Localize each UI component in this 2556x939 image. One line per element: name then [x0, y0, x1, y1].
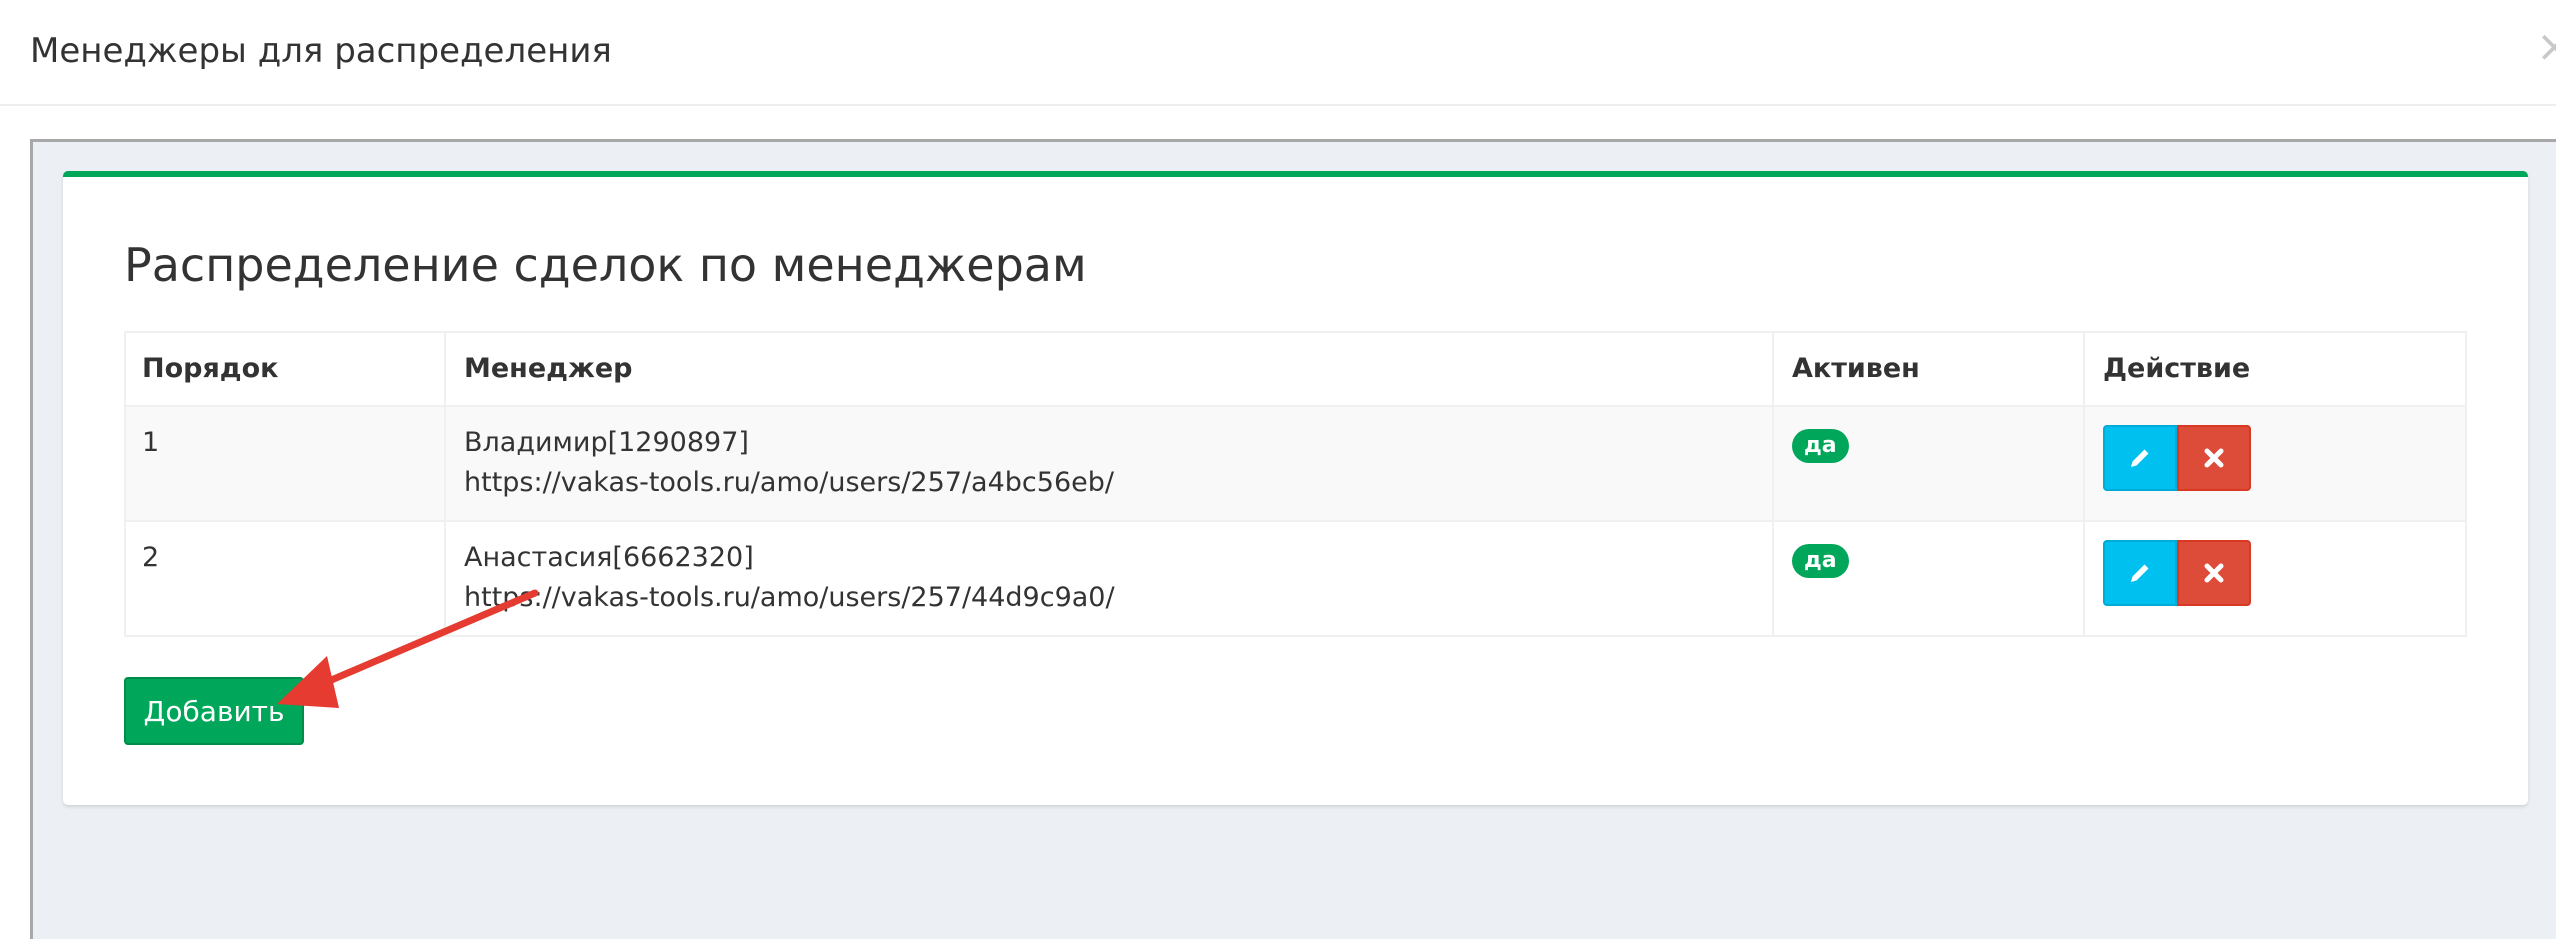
add-button[interactable]: Добавить — [124, 677, 304, 745]
modal-header: Менеджеры для распределения × — [0, 0, 2556, 106]
table-row-2-order: 2 — [124, 522, 446, 637]
managers-table: Порядок Менеджер Активен Действие 1 Влад… — [124, 331, 2467, 637]
edit-button[interactable] — [2103, 540, 2177, 606]
edit-button[interactable] — [2103, 425, 2177, 491]
table-row-1-manager: Владимир[1290897] https://vakas-tools.ru… — [446, 407, 1774, 522]
times-icon — [2204, 563, 2224, 583]
table-row-2-actions — [2085, 522, 2467, 637]
modal-title: Менеджеры для распределения — [30, 31, 612, 71]
manager-name: Владимир[1290897] — [464, 427, 749, 458]
panel-title: Распределение сделок по менеджерам — [124, 238, 1087, 292]
column-header-order: Порядок — [124, 331, 446, 407]
manager-name: Анастасия[6662320] — [464, 542, 754, 573]
close-icon[interactable]: × — [2536, 22, 2556, 72]
table-row-2-manager: Анастасия[6662320] https://vakas-tools.r… — [446, 522, 1774, 637]
active-badge: да — [1792, 544, 1849, 578]
table-row-1-active: да — [1774, 407, 2085, 522]
column-header-action: Действие — [2085, 331, 2467, 407]
delete-button[interactable] — [2177, 540, 2251, 606]
manager-url: https://vakas-tools.ru/amo/users/257/a4b… — [464, 467, 1114, 498]
order-number: 1 — [142, 427, 160, 458]
pencil-icon — [2131, 564, 2149, 582]
delete-button[interactable] — [2177, 425, 2251, 491]
table-row-2-active: да — [1774, 522, 2085, 637]
manager-url: https://vakas-tools.ru/amo/users/257/44d… — [464, 582, 1115, 613]
column-header-active: Активен — [1774, 331, 2085, 407]
times-icon — [2204, 448, 2224, 468]
table-row-1-actions — [2085, 407, 2467, 522]
order-number: 2 — [142, 542, 160, 573]
column-header-manager: Менеджер — [446, 331, 1774, 407]
pencil-icon — [2131, 449, 2149, 467]
table-row-1-order: 1 — [124, 407, 446, 522]
active-badge: да — [1792, 429, 1849, 463]
